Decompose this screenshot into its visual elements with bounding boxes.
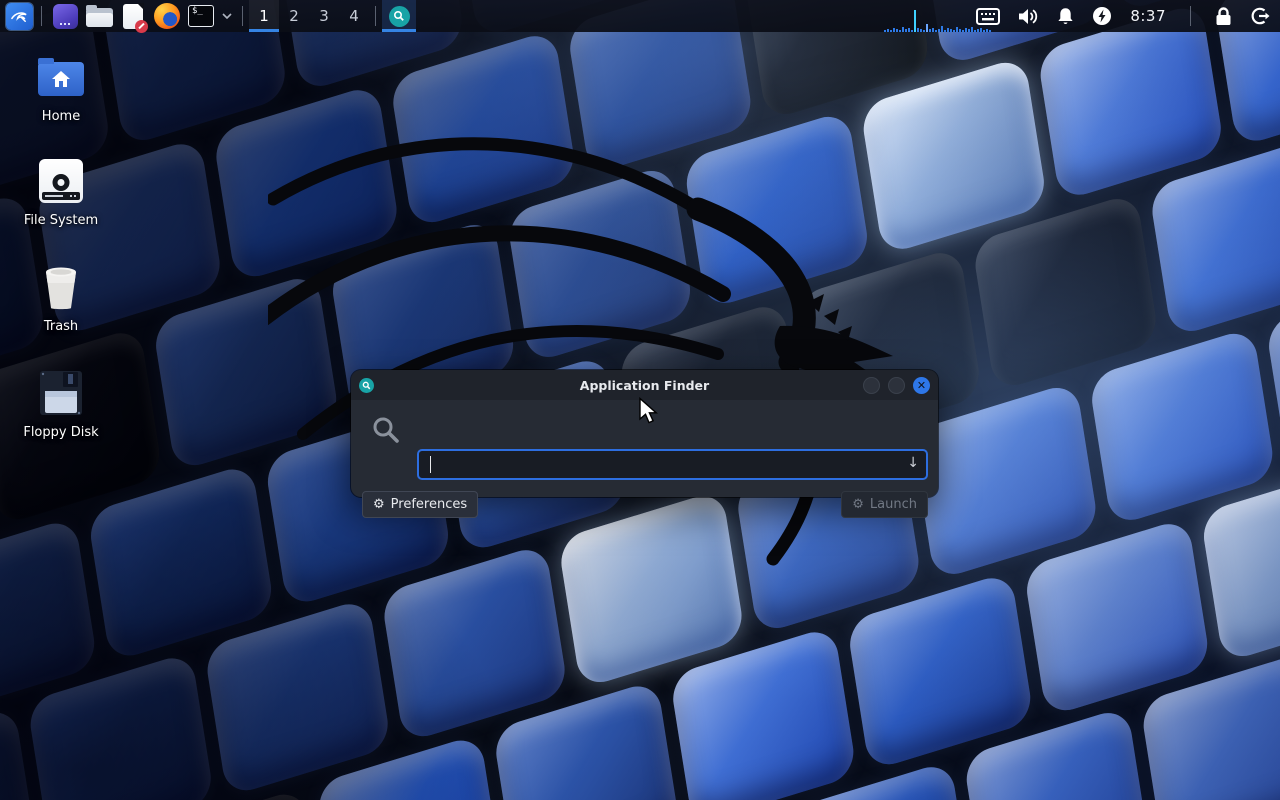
workspace-number: 1 bbox=[259, 7, 269, 25]
desktop-icon-label: File System bbox=[14, 213, 108, 228]
minimize-button[interactable] bbox=[863, 377, 880, 394]
maximize-button[interactable] bbox=[888, 377, 905, 394]
panel-separator bbox=[242, 6, 243, 26]
launcher-file-manager[interactable] bbox=[82, 0, 116, 32]
top-panel: $_ 1 2 3 4 bbox=[0, 0, 1280, 32]
launch-gear-icon: ⚙ bbox=[852, 498, 864, 511]
titlebar[interactable]: Application Finder ✕ bbox=[351, 370, 938, 400]
home-folder-icon bbox=[38, 58, 84, 96]
text-editor-icon bbox=[123, 4, 143, 29]
desktop-icon-trash[interactable]: Trash bbox=[14, 261, 108, 334]
hard-drive-icon bbox=[39, 159, 83, 203]
trash-bin-icon bbox=[38, 263, 84, 311]
launcher-purple-app[interactable] bbox=[48, 0, 82, 32]
file-manager-icon bbox=[86, 6, 113, 27]
launcher-text-editor[interactable] bbox=[116, 0, 150, 32]
workspace-2-button[interactable]: 2 bbox=[279, 0, 309, 32]
desktop-icon-label: Home bbox=[14, 109, 108, 124]
search-icon bbox=[371, 415, 401, 445]
launcher-firefox[interactable] bbox=[150, 0, 184, 32]
search-input[interactable] bbox=[417, 449, 928, 480]
firefox-icon bbox=[154, 3, 180, 29]
power-manager-icon[interactable] bbox=[1092, 6, 1112, 26]
application-finder-window: Application Finder ✕ ↓ ⚙ Preferences ⚙ bbox=[351, 370, 938, 497]
workspace-number: 4 bbox=[349, 7, 359, 25]
system-monitor-graph[interactable] bbox=[884, 0, 1022, 32]
launch-button[interactable]: ⚙ Launch bbox=[841, 491, 928, 518]
down-arrow-icon[interactable]: ↓ bbox=[907, 455, 919, 471]
workspace-number: 3 bbox=[319, 7, 329, 25]
gear-icon: ⚙ bbox=[373, 498, 385, 511]
desktop-icon-label: Floppy Disk bbox=[14, 425, 108, 440]
launcher-terminal[interactable]: $_ bbox=[184, 0, 218, 32]
workspace-number: 2 bbox=[289, 7, 299, 25]
desktop-icon-home[interactable]: Home bbox=[14, 51, 108, 124]
finder-body: ↓ ⚙ Preferences ⚙ Launch bbox=[351, 400, 938, 497]
notifications-bell-icon[interactable] bbox=[1057, 7, 1074, 26]
application-finder-icon bbox=[389, 6, 410, 27]
panel-separator bbox=[375, 6, 376, 26]
workspace-3-button[interactable]: 3 bbox=[309, 0, 339, 32]
launch-label: Launch bbox=[870, 497, 917, 512]
text-caret bbox=[430, 456, 431, 473]
desktop-icon-label: Trash bbox=[14, 319, 108, 334]
preferences-label: Preferences bbox=[391, 497, 467, 512]
close-icon: ✕ bbox=[917, 380, 926, 391]
workspace-1-button[interactable]: 1 bbox=[249, 0, 279, 32]
desktop-icon-file-system[interactable]: File System bbox=[14, 155, 108, 228]
launcher-dropdown-button[interactable] bbox=[218, 0, 236, 32]
log-out-icon[interactable] bbox=[1250, 6, 1270, 26]
application-finder-window-icon bbox=[359, 378, 374, 393]
purple-app-icon bbox=[53, 4, 78, 29]
preferences-button[interactable]: ⚙ Preferences bbox=[362, 491, 478, 518]
kali-logo-icon bbox=[6, 3, 33, 30]
panel-clock[interactable]: 8:37 bbox=[1130, 7, 1166, 25]
chevron-down-icon bbox=[222, 13, 232, 19]
workspace-4-button[interactable]: 4 bbox=[339, 0, 369, 32]
lock-screen-icon[interactable] bbox=[1215, 7, 1232, 26]
panel-separator bbox=[41, 6, 42, 26]
desktop-icon-floppy-disk[interactable]: Floppy Disk bbox=[14, 367, 108, 440]
close-button[interactable]: ✕ bbox=[913, 377, 930, 394]
terminal-icon: $_ bbox=[188, 5, 214, 27]
window-title: Application Finder bbox=[351, 378, 938, 393]
taskbar-application-finder-button[interactable] bbox=[382, 0, 416, 32]
panel-separator bbox=[1190, 6, 1191, 26]
applications-menu-button[interactable] bbox=[3, 0, 35, 32]
floppy-disk-icon bbox=[39, 370, 83, 416]
